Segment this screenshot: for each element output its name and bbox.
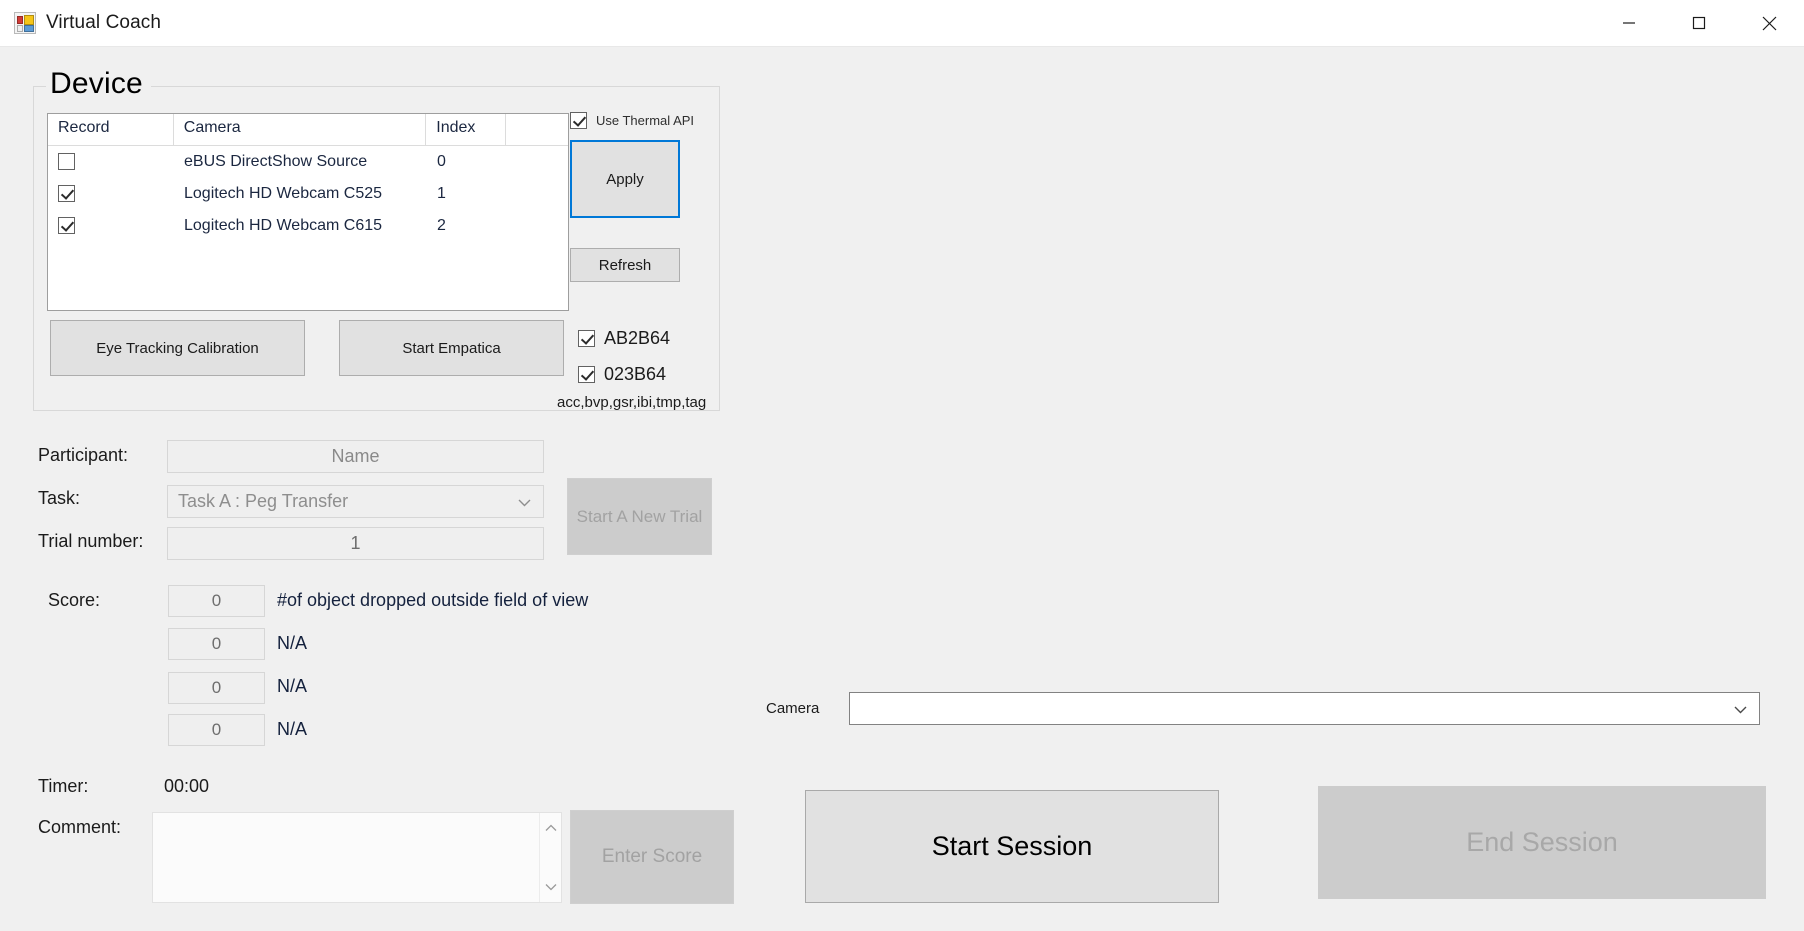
camera-name-cell: Logitech HD Webcam C525 (184, 185, 383, 202)
camera-index-cell: 1 (437, 185, 446, 202)
record-checkbox[interactable] (58, 185, 75, 203)
use-thermal-api-label: Use Thermal API (596, 113, 695, 128)
empatica-device-ab2b64-row[interactable]: AB2B64 (578, 328, 670, 349)
trial-number-input[interactable]: 1 (167, 527, 544, 560)
chevron-down-icon (518, 491, 531, 512)
comment-textarea[interactable] (152, 812, 562, 903)
score-input-3[interactable]: 0 (168, 672, 265, 704)
participant-label: Participant: (38, 445, 129, 465)
score-input-4[interactable]: 0 (168, 714, 265, 746)
column-header-record[interactable]: Record (48, 114, 174, 145)
comment-label: Comment: (38, 817, 122, 837)
use-thermal-api-row[interactable]: Use Thermal API (570, 112, 694, 129)
score-input-1[interactable]: 0 (168, 585, 265, 617)
score-description-1: #of object dropped outside field of view (277, 590, 589, 610)
task-label: Task: (38, 488, 81, 508)
table-row[interactable]: Logitech HD Webcam C525 1 (48, 178, 568, 210)
task-combobox-value: Task A : Peg Transfer (178, 491, 349, 511)
camera-listview[interactable]: Record Camera Index eBUS DirectShow Sour… (47, 113, 569, 311)
camera-preview-label: Camera (766, 700, 820, 717)
record-checkbox-cell[interactable] (48, 146, 174, 178)
close-icon[interactable] (1734, 0, 1804, 46)
eye-tracking-calibration-button[interactable]: Eye Tracking Calibration (50, 320, 305, 376)
timer-label: Timer: (38, 776, 89, 796)
empatica-device-023b64-row[interactable]: 023B64 (578, 364, 666, 385)
comment-scrollbar[interactable] (539, 813, 561, 902)
score-description-3: N/A (277, 676, 308, 696)
record-checkbox[interactable] (58, 153, 75, 171)
camera-list-header: Record Camera Index (48, 114, 568, 146)
camera-index-cell: 0 (437, 153, 446, 170)
start-session-button[interactable]: Start Session (805, 790, 1219, 903)
camera-preview-combobox[interactable] (849, 692, 1760, 725)
apply-button[interactable]: Apply (570, 140, 680, 218)
camera-index-cell: 2 (437, 217, 446, 234)
record-checkbox-cell[interactable] (48, 178, 174, 210)
end-session-button[interactable]: End Session (1318, 786, 1766, 899)
refresh-button[interactable]: Refresh (570, 248, 680, 282)
column-header-camera[interactable]: Camera (174, 114, 427, 145)
score-description-2: N/A (277, 633, 308, 653)
column-header-blank[interactable] (506, 114, 568, 145)
minimize-icon[interactable] (1594, 0, 1664, 46)
camera-name-cell: Logitech HD Webcam C615 (184, 217, 383, 234)
window-titlebar: Virtual Coach (0, 0, 1804, 47)
virtual-coach-window: Virtual Coach Device Record Camera Index (0, 0, 1804, 931)
empatica-device-checkbox[interactable] (578, 366, 595, 383)
record-checkbox-cell[interactable] (48, 210, 174, 242)
trial-number-label: Trial number: (38, 531, 144, 551)
chevron-down-icon (1734, 698, 1747, 719)
participant-input[interactable]: Name (167, 440, 544, 473)
empatica-device-label: 023B64 (604, 364, 667, 384)
record-checkbox[interactable] (58, 217, 75, 235)
start-new-trial-button[interactable]: Start A New Trial (567, 478, 712, 555)
column-header-index[interactable]: Index (426, 114, 507, 145)
table-row[interactable]: eBUS DirectShow Source 0 (48, 146, 568, 178)
empatica-device-label: AB2B64 (604, 328, 671, 348)
maximize-icon[interactable] (1664, 0, 1734, 46)
use-thermal-api-checkbox[interactable] (570, 112, 587, 129)
device-group-title: Device (46, 66, 151, 102)
timer-value: 00:00 (164, 776, 210, 796)
empatica-device-checkbox[interactable] (578, 330, 595, 347)
table-row[interactable]: Logitech HD Webcam C615 2 (48, 210, 568, 242)
enter-score-button[interactable]: Enter Score (570, 810, 734, 904)
score-label: Score: (48, 590, 101, 610)
scroll-up-icon[interactable] (545, 819, 557, 837)
task-combobox[interactable]: Task A : Peg Transfer (167, 485, 544, 518)
start-empatica-button[interactable]: Start Empatica (339, 320, 564, 376)
empatica-streams-label: acc,bvp,gsr,ibi,tmp,tag (557, 394, 707, 411)
app-window-icon (14, 12, 36, 34)
score-description-4: N/A (277, 719, 308, 739)
scroll-down-icon[interactable] (545, 878, 557, 896)
camera-name-cell: eBUS DirectShow Source (184, 153, 368, 170)
score-input-2[interactable]: 0 (168, 628, 265, 660)
window-controls (1594, 0, 1804, 46)
window-title: Virtual Coach (46, 12, 162, 33)
